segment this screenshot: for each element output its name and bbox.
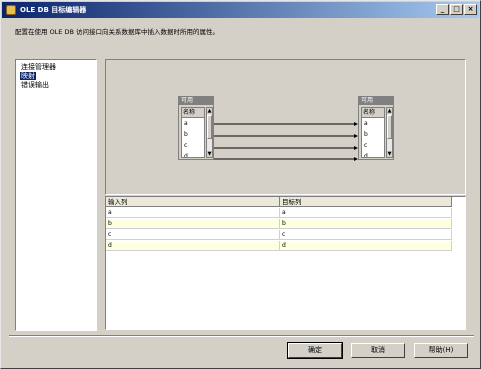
input-column-cell[interactable]: d [106, 241, 280, 251]
scroll-thumb[interactable] [207, 115, 212, 139]
column-list: 名称 a b c d [181, 107, 205, 158]
scrollbar[interactable]: ▲ ▼ [386, 107, 393, 158]
destination-column-item[interactable]: c [363, 141, 383, 151]
scrollbar[interactable]: ▲ ▼ [206, 107, 213, 158]
input-column-cell[interactable]: c [106, 230, 280, 240]
destination-column-item[interactable]: d [363, 152, 383, 157]
destination-column-item[interactable]: a [363, 119, 383, 129]
cancel-button[interactable]: 取消 [351, 343, 405, 358]
editor-window: OLE DB 目标编辑器 _ □ × 配置在使用 OLE DB 访问接口向关系数… [0, 0, 481, 369]
available-destination-columns-table[interactable]: 可用 名称 a b c d ▲ ▼ [358, 96, 394, 160]
column-header-destination[interactable]: 目标列 [280, 197, 452, 207]
ok-button[interactable]: 确定 [287, 342, 343, 359]
destination-column-cell[interactable]: d [280, 241, 452, 251]
nav-item-mappings[interactable]: 映射 [20, 72, 36, 80]
scroll-down-icon[interactable]: ▼ [207, 151, 212, 157]
maximize-button[interactable]: □ [450, 4, 463, 15]
nav-item-connection-manager[interactable]: 连接管理器 [20, 63, 57, 71]
column-list: 名称 a b c d [361, 107, 385, 158]
source-column-item[interactable]: b [183, 130, 203, 140]
scroll-thumb[interactable] [387, 115, 392, 139]
available-input-columns-table[interactable]: 可用 名称 a b c d ▲ ▼ [178, 96, 214, 160]
nav-item-error-output[interactable]: 错误输出 [20, 81, 50, 89]
table-title: 可用 [359, 97, 393, 105]
scroll-down-icon[interactable]: ▼ [387, 151, 392, 157]
title-bar[interactable]: OLE DB 目标编辑器 _ □ × [2, 2, 479, 18]
destination-column-item[interactable]: b [363, 130, 383, 140]
help-button[interactable]: 帮助(H) [414, 343, 468, 358]
divider [9, 335, 474, 337]
window-title: OLE DB 目标编辑器 [20, 6, 87, 14]
input-column-cell[interactable]: a [106, 208, 280, 218]
mapping-grid: 输入列 目标列 a a b b c c d d [105, 196, 466, 330]
scroll-up-icon[interactable]: ▲ [387, 108, 392, 114]
input-column-cell[interactable]: b [106, 219, 280, 229]
source-column-item[interactable]: a [183, 119, 203, 129]
table-title: 可用 [179, 97, 213, 105]
page-description: 配置在使用 OLE DB 访问接口向关系数据库中插入数据时所用的属性。 [15, 28, 220, 36]
nav-pane: 连接管理器 映射 错误输出 [15, 59, 97, 331]
source-column-item[interactable]: d [183, 152, 203, 157]
destination-column-cell[interactable]: a [280, 208, 452, 218]
database-icon [6, 5, 16, 15]
minimize-button[interactable]: _ [436, 4, 449, 15]
destination-column-cell[interactable]: c [280, 230, 452, 240]
mapping-lines [214, 122, 358, 161]
column-header-input[interactable]: 输入列 [106, 197, 280, 207]
destination-column-cell[interactable]: b [280, 219, 452, 229]
column-header: 名称 [182, 108, 204, 118]
mapping-designer: 可用 名称 a b c d ▲ ▼ 可用 名称 a b c d ▲ ▼ [105, 59, 466, 195]
scroll-up-icon[interactable]: ▲ [207, 108, 212, 114]
close-button[interactable]: × [464, 4, 477, 15]
column-header: 名称 [362, 108, 384, 118]
source-column-item[interactable]: c [183, 141, 203, 151]
